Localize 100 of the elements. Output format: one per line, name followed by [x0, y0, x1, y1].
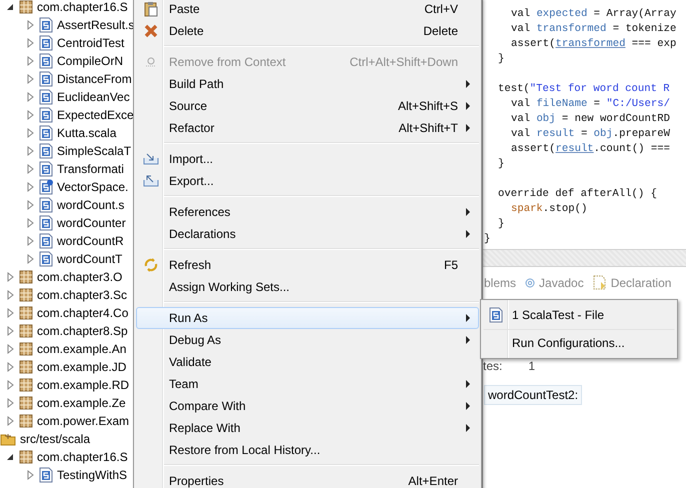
tree-item[interactable]: wordCount.s — [56, 198, 126, 212]
scala-file-icon — [39, 89, 53, 105]
tree-item[interactable]: EuclideanVec — [56, 90, 131, 104]
package-icon — [19, 288, 33, 302]
submenu-arrow-icon — [466, 80, 470, 88]
menu-item[interactable]: Replace With — [136, 417, 479, 439]
package-icon — [19, 306, 33, 320]
summary-label: tes: — [483, 359, 502, 373]
menu-item[interactable]: Restore from Local History... — [136, 439, 479, 461]
context-icon — [145, 57, 157, 67]
shortcut-text: F5 — [444, 258, 458, 272]
menu-item[interactable]: Export... — [136, 170, 479, 192]
code-line: assert(result.count() === — [510, 142, 670, 157]
tree-item[interactable]: Kutta.scala — [56, 126, 118, 140]
tree-item[interactable]: com.example.RD — [36, 378, 130, 392]
scala-file-icon — [39, 143, 53, 159]
tree-item[interactable]: DistanceFrom — [56, 72, 133, 86]
tree-item[interactable]: com.chapter16.S — [36, 0, 129, 14]
scala-file-icon — [39, 179, 53, 195]
code-line: } — [497, 157, 504, 172]
shortcut-text: Alt+Shift+T — [398, 121, 458, 135]
package-icon — [19, 360, 33, 374]
code-line: val result = obj.prepareW — [510, 127, 670, 142]
tree-item[interactable]: com.chapter8.Sp — [36, 324, 129, 338]
shortcut-text: Delete — [423, 24, 458, 38]
result-item[interactable]: wordCountTest2: — [484, 385, 582, 405]
scala-file-icon — [489, 307, 503, 323]
tree-item[interactable]: com.example.Ze — [36, 396, 127, 410]
export-icon — [143, 175, 159, 187]
menu-item[interactable]: Team — [136, 373, 479, 395]
shortcut-text: Ctrl+V — [424, 2, 458, 16]
menu-item[interactable]: Run Configurations... — [483, 329, 675, 357]
submenu-arrow-icon — [466, 424, 470, 432]
submenu-arrow-icon — [466, 102, 470, 110]
shortcut-text: Alt+Enter — [408, 474, 458, 488]
package-icon — [19, 324, 33, 338]
tree-item[interactable]: src/test/scala — [19, 432, 92, 446]
tree-item[interactable]: com.power.Exam — [36, 414, 130, 428]
menu-item[interactable]: Validate — [136, 351, 479, 373]
tree-item[interactable]: CentroidTest — [56, 36, 126, 50]
delete-icon — [144, 24, 158, 38]
tree-item[interactable]: com.chapter16.S — [36, 450, 129, 464]
scala-file-icon — [39, 467, 53, 483]
scala-file-icon — [39, 161, 53, 177]
code-line: val fileName = "C:/Users/ — [510, 97, 670, 112]
submenu-arrow-icon — [466, 402, 470, 410]
menu-item[interactable]: References — [136, 201, 479, 223]
menu-item[interactable]: Refresh F5 — [136, 254, 479, 276]
tree-item[interactable]: SimpleScalaT — [56, 144, 132, 158]
tree-item[interactable]: com.chapter3.Sc — [36, 288, 128, 302]
menu-item[interactable]: Refactor Alt+Shift+T — [136, 117, 479, 139]
package-icon — [19, 342, 33, 356]
package-icon — [19, 0, 33, 14]
scala-file-icon — [39, 71, 53, 87]
tree-item[interactable]: TestingWithS — [56, 468, 128, 482]
submenu-arrow-icon — [466, 314, 470, 322]
tree-item[interactable]: wordCounter — [56, 216, 127, 230]
tree-item[interactable]: com.example.JD — [36, 360, 128, 374]
scala-file-icon — [39, 197, 53, 213]
clipboard-icon — [144, 1, 158, 17]
menu-item[interactable]: Assign Working Sets... — [136, 276, 479, 298]
code-line: } — [497, 52, 504, 67]
tree-item[interactable]: ExpectedExce — [56, 108, 135, 122]
scala-file-icon — [39, 251, 53, 267]
tree-item[interactable]: com.chapter4.Co — [36, 306, 130, 320]
scala-file-icon — [39, 215, 53, 231]
tree-item[interactable]: VectorSpace. — [56, 180, 130, 194]
tree-item[interactable]: com.example.An — [36, 342, 128, 356]
tree-item[interactable]: wordCountR — [56, 234, 125, 248]
tree-item[interactable]: wordCountT — [56, 252, 124, 266]
tree-item[interactable]: AssertResult.s — [56, 18, 136, 32]
menu-item[interactable]: Debug As — [136, 329, 479, 351]
menu-item[interactable]: Run As — [136, 307, 479, 329]
menu-item[interactable]: Build Path — [136, 73, 479, 95]
tree-item[interactable]: CompileOrN — [56, 54, 124, 68]
submenu-arrow-icon — [466, 230, 470, 238]
menu-item[interactable]: Source Alt+Shift+S — [136, 95, 479, 117]
package-icon — [19, 396, 33, 410]
tree-item[interactable]: com.chapter3.O — [36, 270, 124, 284]
code-line: override def afterAll() { — [497, 187, 657, 202]
code-line: test("Test for word count R — [497, 82, 670, 97]
menu-item[interactable]: Compare With — [136, 395, 479, 417]
submenu-arrow-icon — [466, 124, 470, 132]
tree-item[interactable]: Transformati — [56, 162, 125, 176]
menu-item[interactable]: Delete Delete — [136, 20, 479, 42]
menu-item[interactable]: Declarations — [136, 223, 479, 245]
menu-item[interactable]: Import... — [136, 148, 479, 170]
code-line: } — [483, 232, 490, 247]
refresh-icon — [143, 257, 159, 273]
menu-item[interactable]: Paste Ctrl+V — [136, 0, 479, 20]
package-icon — [19, 414, 33, 428]
scala-file-icon — [39, 233, 53, 249]
shortcut-text: Alt+Shift+S — [398, 99, 458, 113]
code-line: val transformed = tokenize — [510, 22, 676, 37]
package-icon — [19, 270, 33, 284]
scala-file-icon — [39, 125, 53, 141]
folder-icon — [0, 432, 16, 446]
menu-item[interactable]: 1 ScalaTest - File — [483, 301, 675, 329]
menu-item[interactable]: Properties Alt+Enter — [136, 470, 479, 488]
summary-value: 1 — [528, 359, 536, 373]
